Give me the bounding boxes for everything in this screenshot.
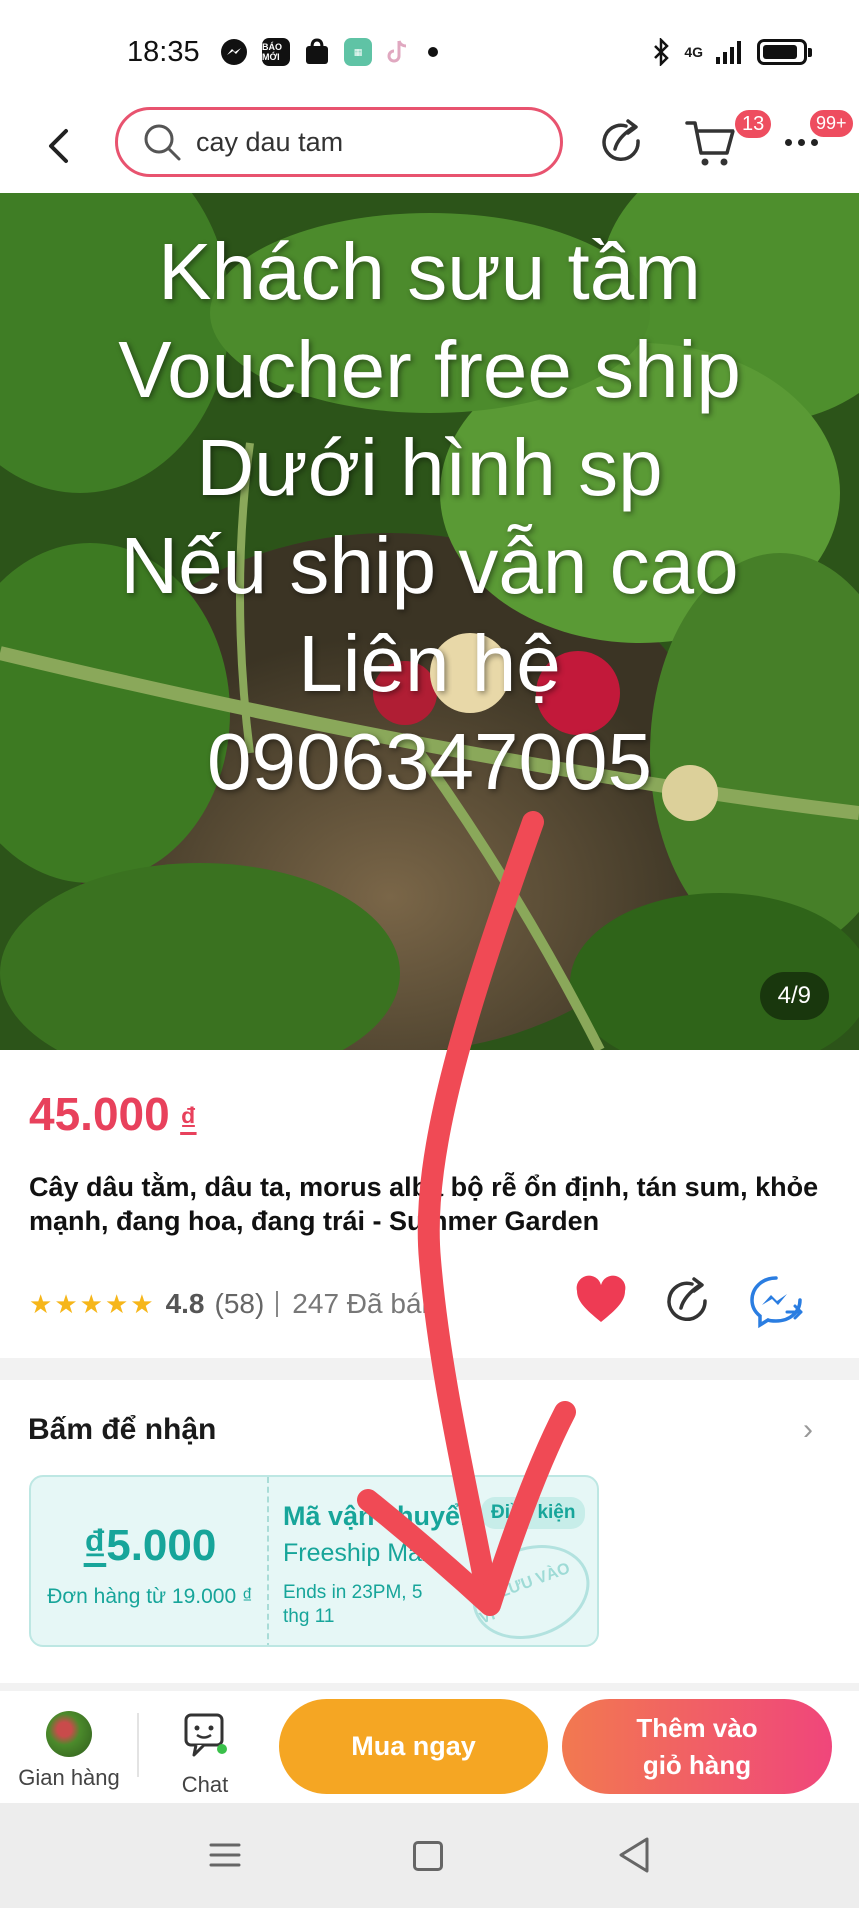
divider [137,1713,139,1777]
overlay-line: Voucher free ship [118,325,741,414]
price-currency: ₫ [180,1101,197,1137]
voucher-value-panel: ₫5.000 Đơn hàng từ 19.000 ₫ [31,1477,269,1645]
signal-icon [716,41,741,64]
divider [276,1291,279,1317]
chevron-right-icon[interactable]: › [803,1413,813,1447]
search-input[interactable] [196,126,476,158]
bottom-action-bar: Gian hàng Chat Mua ngay Thêm vào giỏ hàng [0,1691,859,1803]
overlay-line: Dưới hình sp [196,423,663,512]
shopee-icon [306,38,328,64]
overlay-text: Khách sưu tầm Voucher free ship Dưới hìn… [0,223,859,811]
image-counter: 4/9 [759,972,829,1020]
voucher-amount: ₫5.000 [31,1521,269,1571]
add-to-cart-line2: giỏ hàng [642,1749,752,1780]
search-icon [144,124,181,161]
battery-icon [757,39,812,65]
chat-icon [184,1713,227,1757]
voucher-currency: ₫ [83,1521,107,1570]
messenger-icon [221,39,247,65]
share-icon[interactable] [663,1277,713,1327]
voucher-min-order: Đơn hàng từ 19.000 ₫ [47,1585,253,1608]
status-app-icons: BÁO MỚI ▦ [220,38,440,66]
star-icon: ★ [54,1288,78,1319]
voucher-subtitle: Freeship Max [283,1539,435,1567]
price: 45.000 ₫ [29,1087,197,1141]
buy-now-button[interactable]: Mua ngay [279,1699,548,1794]
back-button[interactable] [35,120,81,172]
voucher-amount-value: 5.000 [106,1521,217,1570]
chevron-left-icon [49,129,68,163]
add-to-cart-label: Thêm vào giỏ hàng [636,1710,757,1784]
star-icon: ★ [104,1288,129,1319]
sold-count: 247 Đã bán [292,1288,438,1319]
saved-stamp: ĐÃ LƯU VÀO VÍ [459,1529,597,1645]
add-to-cart-button[interactable]: Thêm vào giỏ hàng [562,1699,832,1794]
rating-value: 4.8 [165,1288,205,1319]
voucher-expiry: Ends in 23PM, 5 thg 11 [283,1582,423,1627]
top-bar: 13 99+ [0,105,859,193]
overlay-line: Nếu ship vẫn cao [120,521,739,610]
voucher-conditions-link[interactable]: Điều kiện [481,1497,586,1529]
baomoi-icon: BÁO MỚI [262,38,290,66]
share-icon[interactable] [598,119,646,167]
overlay-line: Liên hệ [298,619,561,708]
back-triangle-icon[interactable] [617,1835,651,1875]
network-label: 4G [684,44,703,60]
recent-apps-icon[interactable] [208,1831,242,1879]
voucher-title: Mã vận chuyển [283,1501,477,1531]
system-nav-bar [0,1803,859,1908]
more-dot-icon [811,138,818,146]
notification-dot-icon [428,47,438,57]
shop-label: Gian hàng [18,1765,120,1790]
rating-count: (58) [214,1288,265,1319]
more-dot-icon [798,138,805,146]
overlay-line: 0906347005 [207,717,652,806]
search-box[interactable] [115,107,563,177]
product-title: Cây dâu tằm, dâu ta, morus alba bộ rễ ổn… [29,1172,819,1236]
rating-stars: ★ ★ ★ ★ ★ [29,1289,154,1320]
product-image[interactable]: Khách sưu tầm Voucher free ship Dưới hìn… [0,193,859,1050]
cart-badge: 13 [733,108,774,140]
more-badge: 99+ [808,108,855,139]
chat-button[interactable]: Chat [165,1711,245,1797]
section-divider [0,1683,859,1691]
home-icon[interactable] [413,1841,443,1871]
star-icon: ★ [29,1288,53,1319]
section-divider [0,1358,859,1380]
status-indicators: 4G [650,38,812,66]
status-time: 18:35 [127,36,200,68]
bluetooth-icon [654,38,670,66]
voucher-heading: Bấm để nhận [28,1413,217,1446]
messenger-share-icon[interactable] [749,1274,804,1329]
price-value: 45.000 [29,1088,170,1140]
star-half-icon: ★ [130,1288,154,1319]
rating-row[interactable]: ★ ★ ★ ★ ★ 4.8 (58) 247 Đã bán [29,1284,437,1324]
chat-label: Chat [181,1772,229,1797]
overlay-line: Khách sưu tầm [158,227,701,316]
shop-button[interactable]: Gian hàng [10,1711,128,1796]
shop-avatar [46,1711,92,1757]
status-bar: 18:35 BÁO MỚI ▦ 4G [0,0,859,105]
voucher-card[interactable]: ₫5.000 Đơn hàng từ 19.000 ₫ Mã vận chuyể… [29,1475,599,1647]
cart-icon[interactable] [685,117,737,169]
heart-icon[interactable] [575,1275,627,1327]
calculator-icon: ▦ [344,38,372,66]
more-dot-icon [785,138,792,146]
add-to-cart-line1: Thêm vào [636,1712,758,1743]
star-icon: ★ [79,1288,103,1319]
tiktok-icon [387,40,407,63]
